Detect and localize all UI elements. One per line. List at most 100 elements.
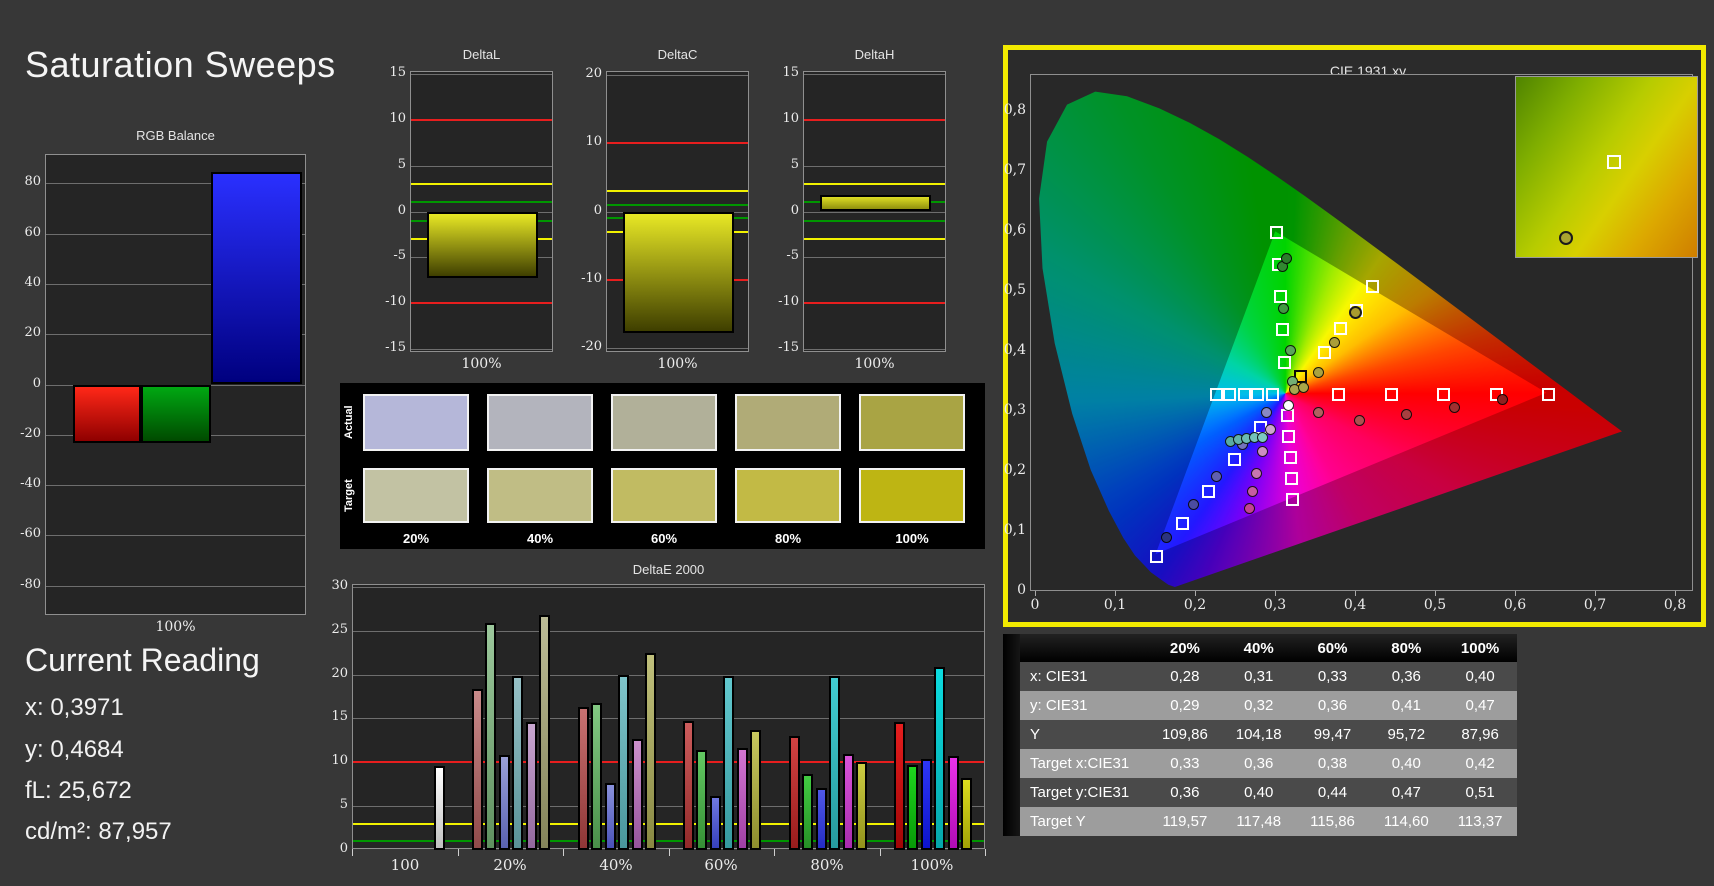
deltae-bar: [591, 703, 602, 850]
x-tick-mark: [458, 849, 459, 856]
deltae-bar: [802, 774, 813, 850]
swatch-actual-80%: [735, 394, 841, 451]
table-row: x: CIE310,280,310,330,360,40: [1003, 662, 1517, 691]
cie-y-tick-label: 0,5: [984, 282, 1026, 298]
table-cell: 95,72: [1369, 720, 1443, 749]
cie-measured-point: [1313, 367, 1324, 378]
x-tick-mark: [1115, 591, 1116, 596]
y-tick-label: 15: [757, 65, 799, 80]
table-row: Target y:CIE310,360,400,440,470,51: [1003, 778, 1517, 807]
table-cell: 0,40: [1443, 662, 1517, 691]
deltae-bar: [843, 754, 854, 850]
table-row-edge: [1003, 720, 1020, 749]
bar-deltaH-bar: [820, 195, 931, 212]
y-tick-label: -10: [560, 271, 602, 286]
page-title: Saturation Sweeps: [25, 44, 336, 86]
reference-line: [353, 840, 984, 842]
cie-target-square: [1318, 346, 1331, 359]
gridline: [353, 806, 984, 807]
x-tick-mark: [1435, 591, 1436, 596]
y-tick-label: -20: [560, 339, 602, 354]
y-tick-label: -10: [364, 294, 406, 309]
cie-x-tick-label: 0,8: [1651, 597, 1699, 613]
deltae-bar: [921, 759, 932, 850]
y-tick-label: 5: [757, 157, 799, 172]
deltae-bar: [894, 722, 905, 850]
table-cell: 115,86: [1296, 807, 1370, 836]
table-row-label: x: CIE31: [1020, 662, 1148, 691]
table-row-label: [1020, 634, 1148, 662]
deltaL-xlabel: 100%: [410, 356, 553, 372]
swatch-target-40%: [487, 468, 593, 523]
gridline: [804, 349, 945, 350]
table-row-label: Target Y: [1020, 807, 1148, 836]
table-cell: 40%: [1222, 634, 1296, 662]
table-row-edge: [1003, 807, 1020, 836]
table-cell: 20%: [1148, 634, 1222, 662]
current-reading-fl: fL: 25,672: [25, 777, 132, 805]
table-row-label: Target x:CIE31: [1020, 749, 1148, 778]
gridline: [607, 348, 748, 349]
swatch-caption: 60%: [611, 531, 717, 546]
deltae-x-label: 100: [365, 856, 445, 874]
y-tick-label: 20: [560, 66, 602, 81]
y-tick-label: 20: [306, 666, 348, 681]
deltae-x-label: 60%: [681, 856, 761, 874]
gridline: [804, 257, 945, 258]
x-tick-mark: [1515, 591, 1516, 596]
deltae-bar: [750, 730, 761, 850]
y-tick-label: -5: [364, 248, 406, 263]
deltae-bar: [961, 778, 972, 850]
swatch-target-100%: [859, 468, 965, 523]
reference-line: [411, 201, 552, 203]
swatch-row-label-actual: Actual: [343, 394, 359, 451]
cie-target-square: [1202, 485, 1215, 498]
deltaL-chart[interactable]: [410, 71, 553, 352]
cie-target-square: [1270, 226, 1283, 239]
reference-line: [804, 302, 945, 304]
cie-y-tick-label: 0,8: [984, 102, 1026, 118]
cie-measured-point-current: [1349, 306, 1362, 319]
rgb-balance-chart[interactable]: [45, 154, 306, 615]
x-tick-mark: [774, 849, 775, 856]
y-tick-label: 0: [364, 203, 406, 218]
deltae-x-label: 100%: [892, 856, 972, 874]
deltae-bar: [710, 796, 721, 850]
reference-line: [353, 823, 984, 825]
cie-target-square: [1278, 356, 1291, 369]
deltaC-chart[interactable]: [606, 71, 749, 352]
swatch-caption: 80%: [735, 531, 841, 546]
deltae2000-chart[interactable]: [352, 584, 985, 849]
deltae-bar: [737, 748, 748, 850]
table-cell: 0,36: [1369, 662, 1443, 691]
cie-y-tick-label: 0: [984, 582, 1026, 598]
cie-target-square: [1176, 517, 1189, 530]
cie-target-square: [1385, 388, 1398, 401]
table-cell: 0,33: [1296, 662, 1370, 691]
x-tick-mark: [1195, 591, 1196, 596]
swatch-actual-40%: [487, 394, 593, 451]
cie-target-square: [1334, 322, 1347, 335]
table-cell: 0,36: [1296, 691, 1370, 720]
cie-x-tick-label: 0,2: [1171, 597, 1219, 613]
y-tick-label: 30: [306, 578, 348, 593]
table-cell: 0,28: [1148, 662, 1222, 691]
reference-line: [607, 204, 748, 206]
deltaH-chart[interactable]: [803, 71, 946, 352]
gridline: [353, 587, 984, 588]
cie-target-square: [1238, 388, 1251, 401]
y-tick-label: 5: [364, 157, 406, 172]
deltae-bar: [645, 653, 656, 850]
swatch-actual-100%: [859, 394, 965, 451]
y-tick-label: 15: [306, 709, 348, 724]
cie-1931-xy-chart[interactable]: CIE 1931 xy: [1003, 45, 1706, 627]
table-cell: 0,36: [1222, 749, 1296, 778]
gridline: [411, 349, 552, 350]
gridline: [804, 74, 945, 75]
table-row: Target Y119,57117,48115,86114,60113,37: [1003, 807, 1517, 836]
cie-target-square: [1542, 388, 1555, 401]
y-tick-label: 0: [0, 376, 41, 391]
cie-x-tick-label: 0: [1011, 597, 1059, 613]
gridline: [46, 535, 305, 536]
swatch-target-20%: [363, 468, 469, 523]
